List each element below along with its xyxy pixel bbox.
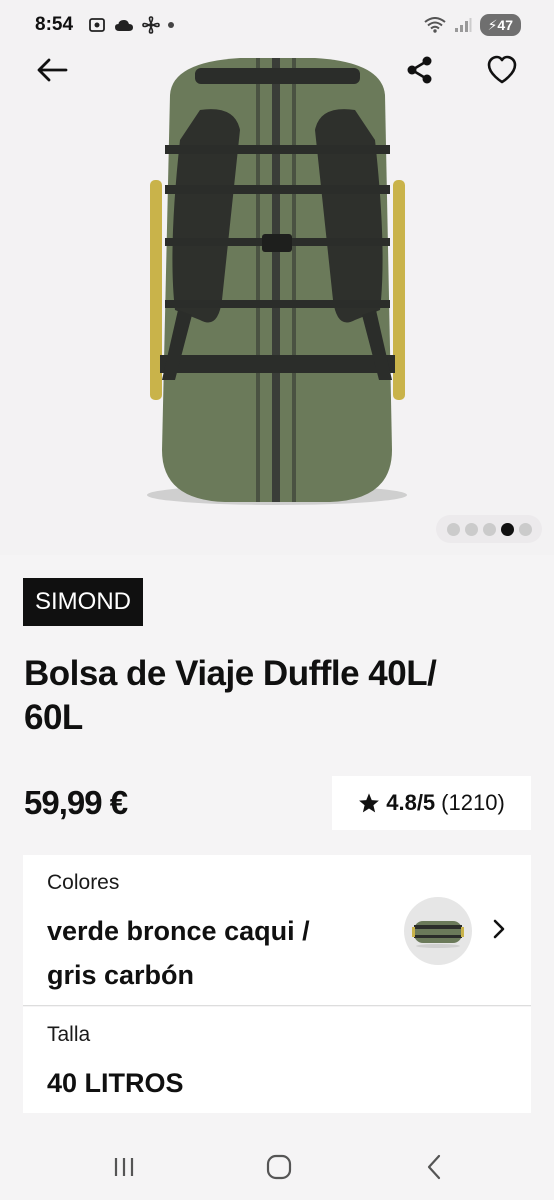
divider — [23, 1005, 531, 1006]
chevron-left-icon — [427, 1154, 441, 1180]
gallery-dot-active[interactable] — [500, 522, 514, 536]
star-icon — [359, 793, 380, 813]
battery-level: 47 — [497, 17, 513, 33]
color-value: verde bronce caqui / gris carbón — [47, 909, 310, 997]
system-navigation-bar — [0, 1130, 554, 1200]
rating-score: 4.8/5 — [386, 790, 436, 815]
back-button[interactable] — [30, 48, 74, 92]
gallery-dot[interactable] — [482, 522, 496, 536]
rating-button[interactable]: 4.8/5 (1210) — [332, 776, 531, 830]
status-bar: 8:54 ⚡47 — [0, 0, 554, 50]
wifi-icon — [423, 17, 446, 33]
chevron-right-icon[interactable] — [491, 917, 507, 941]
favorite-button[interactable] — [480, 48, 524, 92]
home-button[interactable] — [259, 1152, 299, 1182]
notification-dot-icon — [168, 22, 174, 28]
system-back-button[interactable] — [414, 1152, 454, 1182]
share-icon — [407, 56, 432, 84]
color-value-line2: gris carbón — [47, 960, 195, 990]
product-title-line2: 60L — [24, 698, 83, 737]
color-selector[interactable]: Colores verde bronce caqui / gris carbón — [23, 855, 531, 1005]
size-selector[interactable]: Talla 40 LITROS — [23, 1007, 531, 1113]
arrow-left-icon — [37, 58, 68, 82]
size-value: 40 LITROS — [47, 1068, 184, 1098]
share-button[interactable] — [398, 48, 442, 92]
product-image — [147, 58, 407, 505]
status-time: 8:54 — [35, 14, 74, 35]
cloud-icon — [115, 20, 133, 31]
color-swatch-thumbnail[interactable] — [404, 897, 472, 965]
home-icon — [266, 1154, 292, 1180]
product-price: 59,99 € — [24, 784, 128, 821]
gallery-pagination[interactable] — [436, 515, 542, 543]
recent-apps-icon — [114, 1158, 134, 1176]
recent-apps-button[interactable] — [104, 1152, 144, 1182]
product-title: Bolsa de Viaje Duffle 40L/ 60L — [24, 652, 524, 740]
gallery-dot[interactable] — [446, 522, 460, 536]
signal-icon — [454, 18, 472, 32]
gallery-dot[interactable] — [464, 522, 478, 536]
brand-badge[interactable]: SIMOND — [23, 578, 143, 626]
battery-indicator: ⚡47 — [479, 14, 521, 36]
heart-icon — [487, 55, 517, 84]
screenshot-icon — [89, 18, 105, 32]
fan-icon — [142, 16, 160, 34]
color-label: Colores — [47, 871, 120, 894]
product-image-gallery[interactable] — [0, 0, 554, 555]
rating-count: (1210) — [441, 790, 505, 815]
gallery-dot[interactable] — [518, 522, 532, 536]
product-title-line1: Bolsa de Viaje Duffle 40L/ — [24, 654, 437, 693]
color-value-line1: verde bronce caqui / — [47, 916, 310, 946]
size-label: Talla — [47, 1023, 91, 1046]
bag-thumbnail-image — [412, 921, 464, 948]
